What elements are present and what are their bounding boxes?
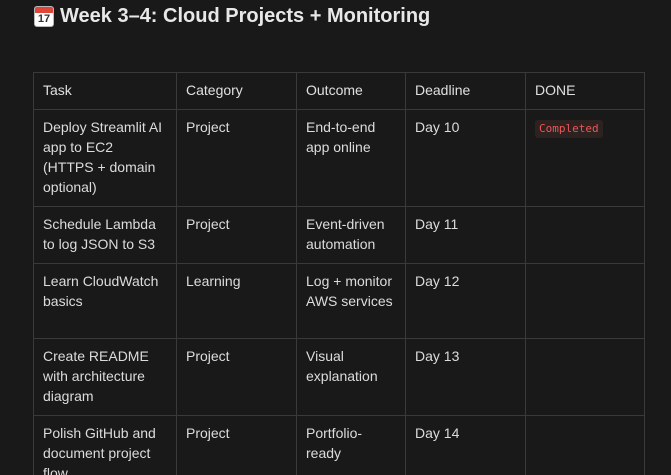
task-cell[interactable]: Learn CloudWatch basics — [33, 263, 177, 339]
outcome-cell[interactable]: Event-driven automation — [296, 206, 406, 264]
table-row: Schedule Lambda to log JSON to S3 Projec… — [33, 206, 645, 264]
deadline-cell[interactable]: Day 13 — [405, 338, 526, 416]
category-cell[interactable]: Project — [176, 109, 297, 207]
category-cell[interactable]: Project — [176, 338, 297, 416]
page-heading: 17 Week 3–4: Cloud Projects + Monitoring — [34, 3, 430, 29]
done-cell[interactable] — [525, 206, 645, 264]
notion-page: 17 Week 3–4: Cloud Projects + Monitoring… — [0, 0, 671, 475]
category-cell[interactable]: Project — [176, 206, 297, 264]
outcome-cell[interactable]: Visual explanation — [296, 338, 406, 416]
header-done[interactable]: DONE — [525, 72, 645, 110]
done-cell[interactable] — [525, 263, 645, 339]
table-row: Polish GitHub and document project flow … — [33, 415, 645, 475]
task-cell[interactable]: Schedule Lambda to log JSON to S3 — [33, 206, 177, 264]
page-title[interactable]: Week 3–4: Cloud Projects + Monitoring — [60, 5, 430, 28]
task-cell[interactable]: Polish GitHub and document project flow — [33, 415, 177, 475]
done-cell[interactable] — [525, 415, 645, 475]
calendar-icon-day: 17 — [37, 12, 51, 25]
table-header-row: Task Category Outcome Deadline DONE — [33, 72, 645, 110]
deadline-cell[interactable]: Day 12 — [405, 263, 526, 339]
outcome-cell[interactable]: End-to-end app online — [296, 109, 406, 207]
deadline-cell[interactable]: Day 14 — [405, 415, 526, 475]
category-cell[interactable]: Project — [176, 415, 297, 475]
outcome-cell[interactable]: Portfolio-ready — [296, 415, 406, 475]
completed-badge: Completed — [535, 120, 603, 138]
table-row: Create README with architecture diagram … — [33, 338, 645, 416]
deadline-cell[interactable]: Day 11 — [405, 206, 526, 264]
task-cell[interactable]: Create README with architecture diagram — [33, 338, 177, 416]
table-row: Learn CloudWatch basics Learning Log + m… — [33, 263, 645, 339]
header-deadline[interactable]: Deadline — [405, 72, 526, 110]
header-task[interactable]: Task — [33, 72, 177, 110]
done-cell[interactable]: Completed — [525, 109, 645, 207]
done-cell[interactable] — [525, 338, 645, 416]
header-category[interactable]: Category — [176, 72, 297, 110]
category-cell[interactable]: Learning — [176, 263, 297, 339]
tasks-table: Task Category Outcome Deadline DONE Depl… — [33, 72, 645, 475]
outcome-cell[interactable]: Log + monitor AWS services — [296, 263, 406, 339]
table-row: Deploy Streamlit AI app to EC2 (HTTPS + … — [33, 109, 645, 207]
header-outcome[interactable]: Outcome — [296, 72, 406, 110]
calendar-icon: 17 — [34, 5, 54, 27]
deadline-cell[interactable]: Day 10 — [405, 109, 526, 207]
task-cell[interactable]: Deploy Streamlit AI app to EC2 (HTTPS + … — [33, 109, 177, 207]
